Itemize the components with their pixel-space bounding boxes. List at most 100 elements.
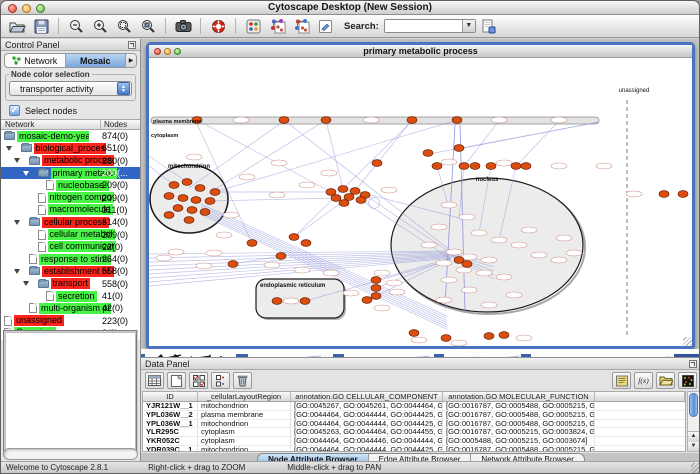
network-node-label[interactable] [233,117,249,123]
network-node-label[interactable] [459,214,475,220]
table-row[interactable]: YPL036W__2plasma membrane[GO:0044464, GO… [143,411,685,420]
network-node[interactable] [423,150,433,157]
table-cell[interactable]: [GO:0005488, GO:0005215, GO:0003674] [443,437,595,445]
unselect-attributes-button[interactable] [211,372,230,389]
network-node-label[interactable] [551,117,567,123]
network-node[interactable] [484,333,494,340]
table-cell[interactable]: cytoplasm [198,437,291,445]
tree-expand-icon[interactable] [23,171,38,176]
network-edge[interactable] [355,120,412,191]
network-node-label[interactable] [299,182,315,188]
network-node[interactable] [344,194,354,201]
tree-expand-icon[interactable] [23,281,38,286]
table-column-header[interactable]: _cellularLayoutRegion [198,392,291,401]
maximize-icon[interactable] [174,48,181,55]
network-node[interactable] [228,261,238,268]
table-cell[interactable]: mitochondrion [198,446,291,452]
network-node[interactable] [184,217,194,224]
network-node[interactable] [178,195,188,202]
tree-column-network[interactable]: Network [1,120,101,129]
network-node-label[interactable] [264,262,280,268]
network-node-label[interactable] [506,292,522,298]
tree-expand-icon[interactable] [14,220,29,225]
network-node-label[interactable] [389,289,405,295]
network-node[interactable] [326,189,336,196]
network-node-label[interactable] [521,227,537,233]
table-cell[interactable]: [GO:0044464, GO:0044444, GO:0044425, G..… [291,411,443,419]
table-cell[interactable]: [GO:0044464, GO:0044446, GO:0044444, G..… [291,437,443,445]
tree-row[interactable]: nitrogen compo209(0) [1,191,140,203]
network-edge[interactable] [516,121,559,166]
network-node-label[interactable] [269,192,285,198]
network-node[interactable] [164,212,174,219]
table-cell[interactable]: [GO:0044464, GO:0044444, GO:0044425, G..… [291,446,443,452]
network-edge[interactable] [189,121,284,188]
network-node-label[interactable] [441,277,457,283]
network-node-label[interactable] [551,163,567,169]
tree-row[interactable]: response to stimulu264(0) [1,253,140,265]
attribute-list-button[interactable] [612,372,631,389]
close-icon[interactable] [154,48,161,55]
network-node[interactable] [300,298,310,305]
tree-row[interactable]: cell communicat22(0) [1,241,140,253]
table-cell[interactable]: cytoplasm [198,428,291,436]
network-node[interactable] [272,298,282,305]
network-node[interactable] [187,207,197,214]
network-edge[interactable] [215,120,457,192]
tree-row[interactable]: mosaic-demo-yeast874(0) [1,130,140,142]
network-node-label[interactable] [516,335,532,341]
network-node[interactable] [321,117,331,124]
matrix-view-button[interactable] [678,372,697,389]
network-node-label[interactable] [283,298,299,304]
network-node[interactable] [205,198,215,205]
network-node[interactable] [362,297,372,304]
help-button[interactable] [207,17,229,36]
network-node-label[interactable] [431,224,447,230]
network-node-label[interactable] [496,274,512,280]
tree-row[interactable]: nucleobase-209(0) [1,179,140,191]
table-row[interactable]: YLR295Ccytoplasm[GO:0045263, GO:0044464,… [143,428,685,437]
formula-builder-button[interactable]: f(x) [634,372,653,389]
network-node[interactable] [462,261,472,268]
network-node[interactable] [182,179,192,186]
tree-row[interactable]: macromolecule311(0) [1,204,140,216]
tree-row[interactable]: transport558(0) [1,278,140,290]
tree-expand-icon[interactable] [14,269,29,274]
network-node[interactable] [372,160,382,167]
table-column-header[interactable]: annotation.GO MOLECULAR_FUNCTION [443,392,595,401]
network-node[interactable] [191,197,201,204]
network-node[interactable] [210,189,220,196]
network-node[interactable] [407,117,417,124]
network-node-label[interactable] [511,242,527,248]
network-node[interactable] [301,240,311,247]
tree-row[interactable]: secretion41(0) [1,290,140,302]
network-edge[interactable] [210,198,336,201]
network-view-window[interactable]: primary metabolic process plasma membran… [146,42,695,349]
network-node-label[interactable] [626,191,642,197]
self-loop-edge[interactable] [369,198,380,209]
network-node-label[interactable] [451,340,467,346]
network-window-titlebar[interactable]: primary metabolic process [149,45,692,58]
network-node[interactable] [454,145,464,152]
tab-mosaic[interactable]: Mosaic [65,54,126,67]
table-row[interactable]: YKR052Ccytoplasm[GO:0044464, GO:0044446,… [143,437,685,446]
table-cell[interactable]: [GO:0016787, GO:0005488, GO:0005215, G..… [443,420,595,428]
table-cell[interactable]: [GO:0045263, GO:0044464, GO:0044455, G..… [291,428,443,436]
network-node-label[interactable] [436,297,452,303]
scrollbar-thumb[interactable] [689,393,698,417]
network-node[interactable] [200,209,210,216]
tree-expand-icon[interactable] [6,146,21,151]
table-row[interactable]: YDR039C__1mitochondrion[GO:0044464, GO:0… [143,446,685,452]
tree-row[interactable]: multi-organism pro42(0) [1,302,140,314]
minimize-button[interactable] [22,4,31,13]
network-node-label[interactable] [343,290,359,296]
tab-node-attribute-browser[interactable]: Node Attribute Browser [258,454,369,461]
network-node[interactable] [289,234,299,241]
copy-view-button[interactable] [290,17,312,36]
select-attributes-button[interactable] [189,372,208,389]
network-node-label[interactable] [186,154,202,160]
network-node-label[interactable] [294,267,310,273]
network-node[interactable] [409,330,419,337]
titlebar[interactable]: Cytoscape Desktop (New Session) [1,1,699,15]
network-node-label[interactable] [481,257,497,263]
